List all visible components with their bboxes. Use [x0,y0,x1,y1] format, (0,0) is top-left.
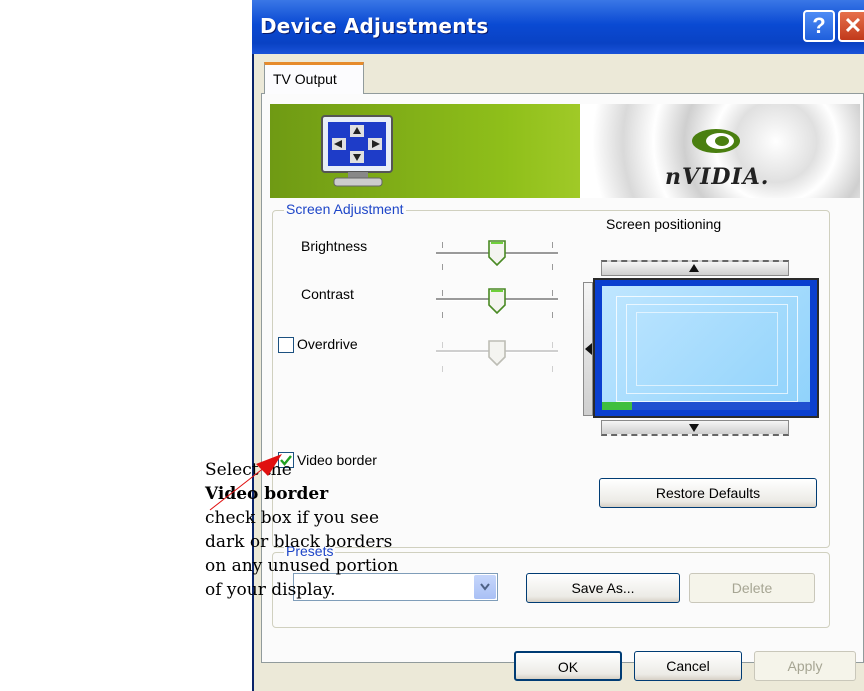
slider-tick [552,242,553,248]
slider-tick [442,264,443,270]
slider-tick [442,312,443,318]
annotation-line-5: on any unused portion [205,556,399,576]
move-up-bar[interactable] [601,260,789,276]
restore-defaults-button[interactable]: Restore Defaults [599,478,817,508]
apply-button[interactable]: Apply [754,651,856,681]
slider-tick [442,342,443,348]
cancel-button[interactable]: Cancel [634,651,742,681]
contrast-thumb[interactable] [487,288,507,314]
slider-tick [442,290,443,296]
arrow-up-icon [689,264,699,272]
slider-tick [442,366,443,372]
nvidia-logo: nVIDIA. [665,164,770,190]
window-title: Device Adjustments [260,14,489,38]
annotation-line-4: dark or black borders [205,532,393,552]
slider-tick [552,366,553,372]
video-border-label: Video border [297,452,377,468]
slider-tick [552,342,553,348]
slider-tick [442,242,443,248]
slider-tick [552,312,553,318]
tab-tv-output[interactable]: TV Output [264,62,364,94]
dropdown-button[interactable] [474,575,496,599]
annotation-line-6: of your display. [205,580,336,600]
contrast-label: Contrast [301,286,354,302]
slider-tick [552,264,553,270]
contrast-slider[interactable] [436,284,558,334]
nvidia-eye-icon [692,129,740,153]
overdrive-checkbox[interactable] [278,337,294,353]
ok-button[interactable]: OK [514,651,622,681]
arrow-left-icon [585,343,592,355]
move-down-bar[interactable] [601,420,789,436]
taskbar-strip [602,402,810,410]
close-button[interactable]: ✕ [838,10,864,42]
help-button[interactable]: ? [803,10,835,42]
arrow-down-icon [689,424,699,432]
screen-preview-area [602,286,810,410]
overscan-frame [636,312,778,386]
save-as-button[interactable]: Save As... [526,573,680,603]
overdrive-slider[interactable] [436,336,558,386]
screen-positioning-label: Screen positioning [606,216,722,232]
tv-output-icon [321,115,393,187]
move-left-bar[interactable] [583,282,593,416]
restore-defaults-label: Restore Defaults [655,485,761,501]
brightness-label: Brightness [301,238,368,254]
overdrive-label: Overdrive [297,336,358,352]
slider-tick [552,290,553,296]
screen-adjustment-label: Screen Adjustment [284,201,406,217]
chevron-down-icon [480,583,490,591]
annotation-arrow-icon [209,454,282,511]
brightness-slider[interactable] [436,236,558,286]
brightness-thumb[interactable] [487,240,507,266]
start-button-strip [602,402,632,410]
overdrive-thumb[interactable] [487,340,507,366]
delete-button[interactable]: Delete [689,573,815,603]
